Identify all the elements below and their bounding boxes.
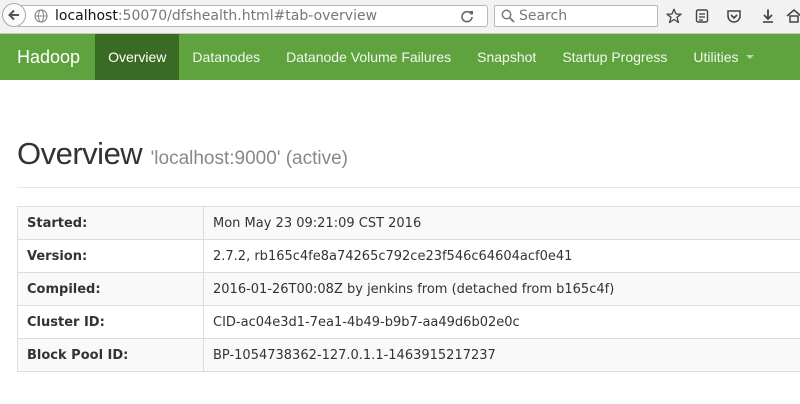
chevron-down-icon [745,55,754,59]
table-row: Compiled: 2016-01-26T00:08Z by jenkins f… [17,272,800,306]
pocket-icon[interactable] [724,6,744,26]
page-title: Overview [17,136,143,171]
globe-icon [33,8,49,24]
browser-toolbar: localhost:50070/dfshealth.html#tab-overv… [0,0,800,34]
overview-info-table: Started: Mon May 23 09:21:09 CST 2016 Ve… [17,206,800,372]
url-path: :50070/dfshealth.html#tab-overview [117,8,378,24]
page-subtitle: 'localhost:9000' (active) [150,148,349,169]
bookmark-star-icon[interactable] [664,6,684,26]
divider [17,187,800,188]
url-text: localhost:50070/dfshealth.html#tab-overv… [55,8,377,24]
brand-logo[interactable]: Hadoop [0,34,95,80]
download-icon[interactable] [758,6,778,26]
table-row: Version: 2.7.2, rb165c4fe8a74265c792ce23… [17,239,800,273]
back-arrow-icon [8,9,19,21]
page-header: Overview 'localhost:9000' (active) [17,136,800,172]
row-value: 2016-01-26T00:08Z by jenkins from (detac… [203,272,800,306]
row-value: Mon May 23 09:21:09 CST 2016 [203,206,800,240]
row-value: 2.7.2, rb165c4fe8a74265c792ce23f546c6460… [203,239,800,273]
search-input[interactable]: Search [494,5,658,27]
reload-icon[interactable] [459,8,475,24]
nav-dropdown-utilities[interactable]: Utilities [680,34,766,80]
nav-tab-datanodes[interactable]: Datanodes [179,34,273,80]
row-value: CID-ac04e3d1-7ea1-4b49-b9b7-aa49d6b02e0c [203,305,800,339]
address-bar[interactable]: localhost:50070/dfshealth.html#tab-overv… [18,5,488,27]
table-row: Started: Mon May 23 09:21:09 CST 2016 [17,206,800,240]
nav-tab-overview[interactable]: Overview [95,34,180,80]
home-icon[interactable] [784,6,800,26]
search-placeholder: Search [519,8,568,24]
row-key: Version: [17,239,204,273]
nav-tab-startup-progress[interactable]: Startup Progress [549,34,680,80]
search-icon [500,9,515,24]
back-button[interactable] [2,3,26,27]
table-row: Block Pool ID: BP-1054738362-127.0.1.1-1… [17,338,800,372]
row-key: Started: [17,206,204,240]
nav-tab-snapshot[interactable]: Snapshot [464,34,549,80]
row-key: Cluster ID: [17,305,204,339]
nav-tab-datanode-volume-failures[interactable]: Datanode Volume Failures [273,34,464,80]
table-row: Cluster ID: CID-ac04e3d1-7ea1-4b49-b9b7-… [17,305,800,339]
row-value: BP-1054738362-127.0.1.1-1463915217237 [203,338,800,372]
row-key: Compiled: [17,272,204,306]
row-key: Block Pool ID: [17,338,204,372]
reading-list-icon[interactable] [692,6,712,26]
url-host: localhost [55,8,118,24]
utilities-label: Utilities [693,49,739,65]
hadoop-navbar: Hadoop Overview Datanodes Datanode Volum… [0,34,800,80]
